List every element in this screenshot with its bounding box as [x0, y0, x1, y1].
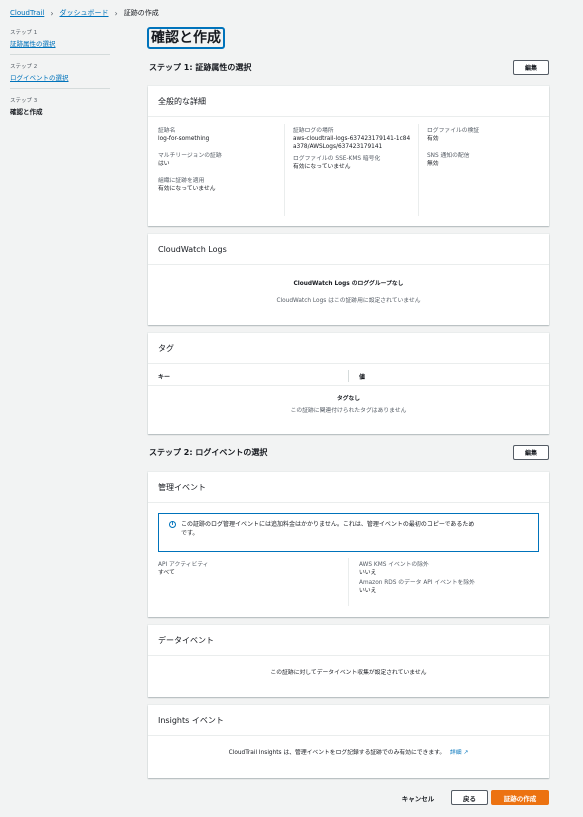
divider	[348, 558, 349, 606]
rds-exclude-value: いいえ	[359, 588, 377, 594]
card-title: Insights イベント	[148, 705, 549, 736]
kms-label: ログファイルの SSE-KMS 暗号化	[293, 156, 381, 162]
back-button[interactable]: 戻る	[451, 790, 488, 805]
step1-edit-button[interactable]: 編集	[513, 60, 549, 75]
breadcrumb: CloudTrail › ダッシュボード › 証跡の作成	[10, 8, 159, 18]
column-header-key: キー	[158, 374, 171, 381]
nav-step-3: ステップ 3 確認と作成	[10, 96, 110, 122]
tags-empty-title: タグなし	[336, 396, 361, 402]
org-label: 組織に証跡を適用	[158, 178, 205, 184]
nav-step-link-log-events[interactable]: ログイベントの選択	[10, 72, 110, 82]
management-col-2: AWS KMS イベントの除外 いいえ Amazon RDS のデータ API …	[359, 561, 539, 595]
divider	[348, 370, 349, 382]
card-title: 全般的な詳細	[148, 86, 549, 117]
column-header-value: 値	[359, 374, 366, 381]
nav-step-number: ステップ 2	[10, 64, 38, 70]
multi-region-label: マルチリージョンの証跡	[158, 153, 222, 159]
insights-learn-more-link[interactable]: 詳細	[450, 750, 462, 756]
chevron-right-icon: ›	[50, 8, 54, 18]
management-events-card: 管理イベント i この証跡のログ管理イベントには追加料金はかかりません。これは、…	[148, 472, 549, 617]
general-details-card: 全般的な詳細 証跡名 log-for-something マルチリージョンの証跡…	[148, 86, 549, 226]
cloudwatch-logs-card: CloudWatch Logs CloudWatch Logs のロググループな…	[148, 234, 549, 325]
create-trail-button[interactable]: 証跡の作成	[491, 790, 549, 805]
info-icon: i	[169, 521, 176, 528]
external-link-icon: ↗	[463, 750, 469, 756]
management-col-1: API アクティビティ すべて	[158, 561, 338, 577]
tags-card: タグ キー 値 タグなし この証跡に関連付けられたタグはありません	[148, 333, 549, 434]
step2-heading: ステップ 2: ログイベントの選択	[149, 448, 268, 457]
general-col-2: 証跡ログの場所 aws-cloudtrail-logs-637423179141…	[293, 127, 411, 171]
trail-name-value: log-for-something	[158, 136, 210, 142]
kms-exclude-value: いいえ	[359, 570, 377, 576]
cloudwatch-empty-desc: CloudWatch Logs はこの証跡用に設定されていません	[276, 298, 421, 304]
page-title: 確認と作成	[147, 27, 225, 49]
card-title: タグ	[148, 333, 549, 364]
validation-label: ログファイルの検証	[427, 128, 480, 134]
general-col-1: 証跡名 log-for-something マルチリージョンの証跡 はい 組織に…	[158, 127, 278, 193]
api-activity-value: すべて	[158, 570, 175, 576]
nav-step-2: ステップ 2 ログイベントの選択	[10, 62, 110, 89]
divider	[284, 124, 285, 216]
kms-exclude-label: AWS KMS イベントの除外	[359, 562, 429, 568]
breadcrumb-current: 証跡の作成	[123, 9, 159, 17]
multi-region-value: はい	[158, 161, 170, 167]
info-alert: i この証跡のログ管理イベントには追加料金はかかりません。これは、管理イベントの…	[158, 513, 539, 552]
divider	[418, 124, 419, 216]
nav-step-number: ステップ 3	[10, 98, 38, 104]
nav-step-1: ステップ 1 証跡属性の選択	[10, 28, 110, 55]
insights-desc-row: CloudTrail Insights は、管理イベントをログ記録する証跡でのみ…	[148, 749, 549, 757]
tags-empty-desc: この証跡に関連付けられたタグはありません	[290, 408, 407, 414]
cancel-button[interactable]: キャンセル	[392, 790, 444, 805]
nav-step-link-attributes[interactable]: 証跡属性の選択	[10, 38, 110, 48]
breadcrumb-cloudtrail[interactable]: CloudTrail	[10, 9, 44, 17]
rds-exclude-label: Amazon RDS のデータ API イベントを除外	[359, 580, 475, 586]
card-title: CloudWatch Logs	[148, 234, 549, 265]
insights-events-card: Insights イベント CloudTrail Insights は、管理イベ…	[148, 705, 549, 778]
data-events-empty: この証跡に対してデータイベント収集が設定されていません	[270, 670, 427, 676]
step2-edit-button[interactable]: 編集	[513, 445, 549, 460]
data-events-card: データイベント この証跡に対してデータイベント収集が設定されていません	[148, 625, 549, 697]
info-text-line2: です。	[181, 530, 199, 537]
validation-value: 有効	[427, 136, 439, 142]
log-location-label: 証跡ログの場所	[293, 128, 334, 134]
sns-value: 無効	[427, 161, 439, 167]
nav-step-number: ステップ 1	[10, 30, 38, 36]
wizard-steps-nav: ステップ 1 証跡属性の選択 ステップ 2 ログイベントの選択 ステップ 3 確…	[10, 28, 110, 129]
step1-heading: ステップ 1: 証跡属性の選択	[149, 63, 252, 72]
info-text-line1: この証跡のログ管理イベントには追加料金はかかりません。これは、管理イベントの最初…	[181, 521, 475, 528]
tags-table-header: キー 値	[148, 366, 549, 386]
log-location-value: aws-cloudtrail-logs-637423179141-1c84a37…	[293, 136, 411, 150]
breadcrumb-dashboard[interactable]: ダッシュボード	[60, 8, 109, 18]
kms-value: 有効になっていません	[293, 164, 351, 170]
nav-step-current: 確認と作成	[10, 108, 43, 116]
org-value: 有効になっていません	[158, 186, 216, 192]
api-activity-label: API アクティビティ	[158, 562, 209, 568]
insights-desc: CloudTrail Insights は、管理イベントをログ記録する証跡でのみ…	[228, 750, 446, 756]
cloudwatch-empty-title: CloudWatch Logs のロググループなし	[293, 281, 404, 287]
chevron-right-icon: ›	[114, 8, 118, 18]
card-title: 管理イベント	[148, 472, 549, 503]
card-title: データイベント	[148, 625, 549, 656]
general-col-3: ログファイルの検証 有効 SNS 通知の配信 無効	[427, 127, 542, 168]
trail-name-label: 証跡名	[158, 128, 176, 134]
sns-label: SNS 通知の配信	[427, 153, 470, 159]
